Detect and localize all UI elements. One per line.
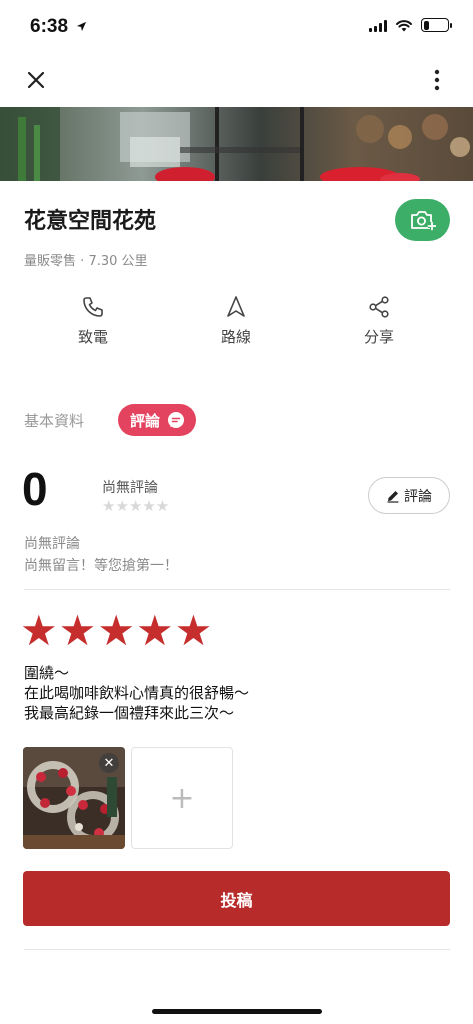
more-options-button[interactable]	[425, 66, 449, 94]
place-category: 量販零售	[24, 254, 77, 269]
submit-button[interactable]: 投稿	[23, 871, 450, 926]
battery-icon	[421, 18, 452, 32]
divider	[24, 949, 450, 950]
battery-fill	[423, 20, 430, 30]
add-photo-slot[interactable]: +	[131, 747, 233, 849]
rating-status-label: 尚無評論	[102, 480, 158, 496]
meta-separator: ·	[80, 254, 85, 269]
pencil-icon	[387, 490, 399, 503]
more-vertical-icon	[434, 69, 440, 91]
close-icon	[27, 71, 45, 89]
star-5[interactable]: ★	[175, 610, 213, 652]
status-icons	[369, 18, 452, 32]
wifi-icon	[396, 19, 412, 31]
directions-button[interactable]: 路線	[191, 295, 281, 347]
share-button[interactable]: 分享	[334, 295, 424, 347]
rating-stars: ★★★★★	[102, 497, 170, 515]
remove-photo-button[interactable]: ✕	[99, 753, 119, 773]
signal-icon	[369, 19, 387, 32]
star-rating-input: ★ ★ ★ ★ ★	[20, 610, 212, 652]
status-bar: 6:38	[0, 0, 473, 56]
review-text-line: 我最高紀錄一個禮拜來此三次～	[24, 704, 235, 722]
star-3[interactable]: ★	[97, 610, 135, 652]
tab-reviews-label: 評論	[130, 411, 161, 430]
write-review-label: 評論	[404, 488, 432, 505]
place-meta: 量販零售 · 7.30 公里	[24, 250, 148, 269]
attached-photo[interactable]: ✕	[23, 747, 125, 849]
review-text-line: 圍繞～	[24, 664, 70, 682]
status-time: 6:38	[30, 16, 69, 37]
share-icon	[369, 296, 389, 318]
close-button[interactable]	[22, 66, 50, 94]
section-tabs: 基本資料 評論	[24, 403, 197, 437]
divider	[24, 589, 450, 590]
cover-photo[interactable]	[0, 107, 473, 181]
location-arrow-icon	[76, 21, 87, 32]
phone-icon	[83, 297, 103, 317]
star-2[interactable]: ★	[59, 610, 97, 652]
tab-reviews[interactable]: 評論	[118, 404, 197, 436]
cover-photo-image	[0, 107, 473, 181]
top-bar	[0, 56, 473, 106]
place-distance: 7.30 公里	[88, 254, 148, 269]
camera-plus-icon	[410, 211, 436, 231]
star-1[interactable]: ★	[20, 610, 58, 652]
call-label: 致電	[77, 328, 108, 346]
write-review-button[interactable]: 評論	[368, 477, 450, 514]
navigation-icon	[227, 296, 245, 317]
empty-comments-text: 尚無留言！等您搶第一！	[24, 558, 178, 574]
review-text-line: 在此喝咖啡飲料心情真的很舒暢～	[24, 684, 250, 702]
place-name: 花意空間花苑	[24, 209, 157, 234]
review-text-input[interactable]: 圍繞～ 在此喝咖啡飲料心情真的很舒暢～ 我最高紀錄一個禮拜來此三次～	[24, 663, 450, 731]
call-button[interactable]: 致電	[48, 295, 138, 347]
share-label: 分享	[363, 328, 394, 346]
empty-reviews-text: 尚無評論	[24, 536, 80, 552]
tab-basic-info[interactable]: 基本資料	[24, 410, 84, 431]
rating-value: 0	[22, 463, 48, 515]
directions-label: 路線	[220, 328, 251, 346]
action-bar: 致電 路線 分享	[0, 295, 473, 355]
chat-bubble-icon	[168, 412, 185, 428]
add-photo-button[interactable]	[395, 199, 450, 241]
star-4[interactable]: ★	[136, 610, 174, 652]
home-indicator	[152, 1009, 322, 1014]
